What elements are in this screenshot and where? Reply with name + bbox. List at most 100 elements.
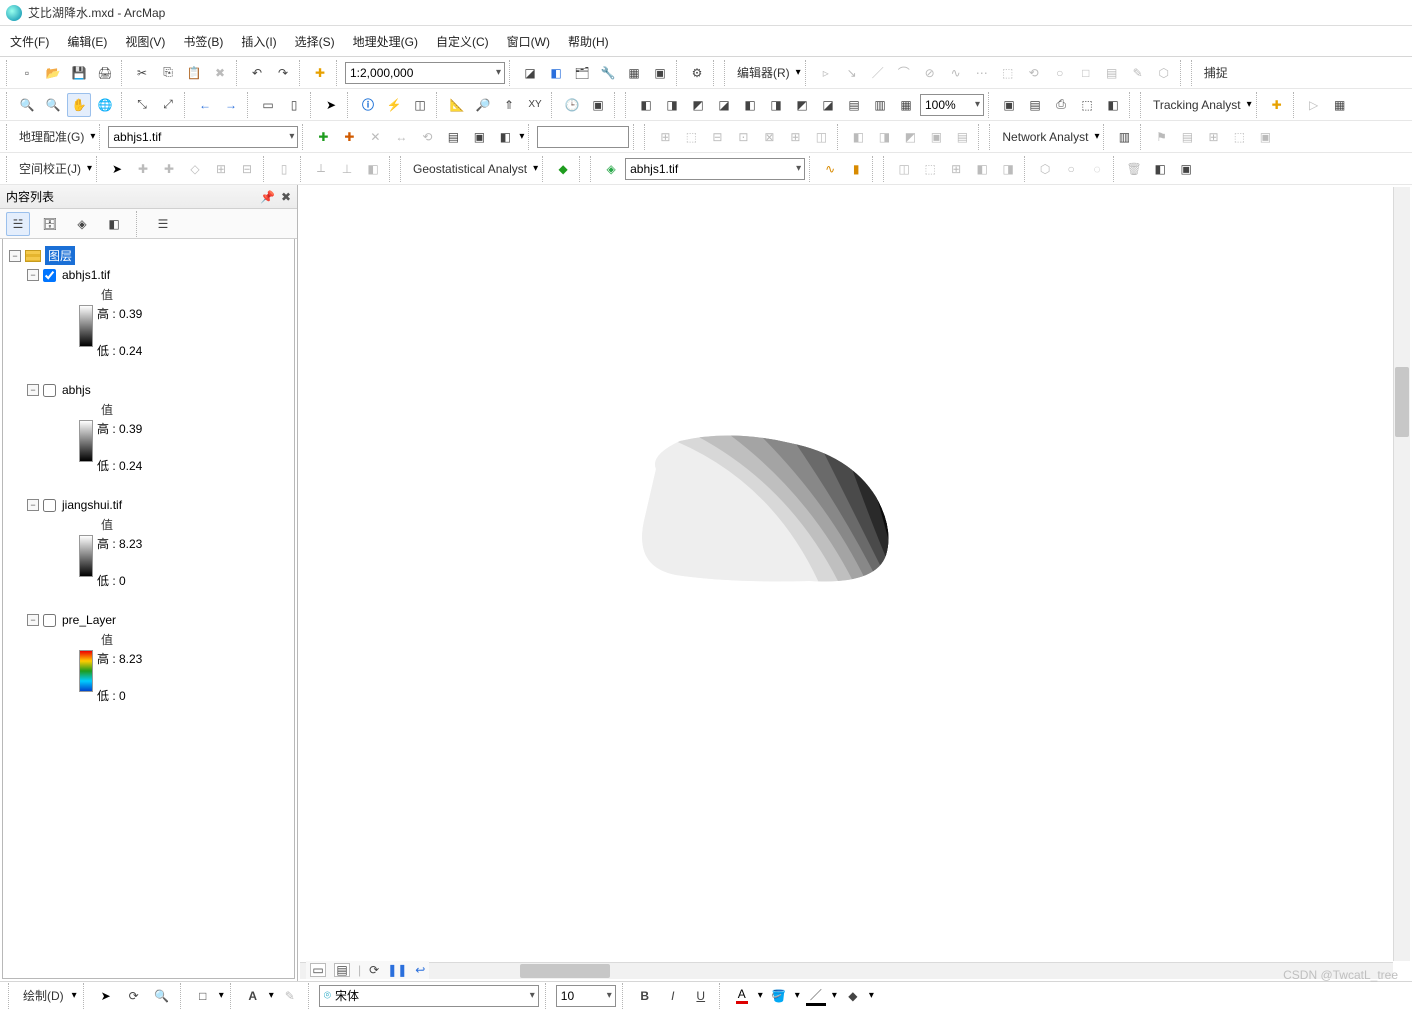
- tracking-add-icon[interactable]: [1265, 93, 1289, 117]
- find-route-icon[interactable]: ⇑: [497, 93, 521, 117]
- layer-name[interactable]: abhjs: [60, 382, 93, 398]
- georef-icon5[interactable]: ◧: [1101, 93, 1125, 117]
- layer-name[interactable]: jiangshui.tif: [60, 497, 124, 513]
- fixed-zoom-in-icon[interactable]: [130, 93, 154, 117]
- add-control-points-icon[interactable]: ✚: [311, 125, 335, 149]
- menu-geoprocessing[interactable]: 地理处理(G): [353, 33, 418, 50]
- arctoolbox-icon[interactable]: ⚙: [685, 61, 709, 85]
- menu-bookmarks[interactable]: 书签(B): [183, 33, 223, 50]
- draw-menu[interactable]: 绘制(D): [19, 987, 68, 1004]
- font-size-combo[interactable]: 10: [556, 985, 616, 1007]
- line-color-icon[interactable]: ／: [804, 984, 828, 1008]
- menu-selection[interactable]: 选择(S): [295, 33, 335, 50]
- paste-button[interactable]: [182, 61, 206, 85]
- identify-icon[interactable]: [356, 93, 380, 117]
- expander-icon[interactable]: −: [27, 384, 39, 396]
- shape-dropdown-icon[interactable]: ▾: [219, 990, 224, 1001]
- vertical-scrollbar[interactable]: [1393, 187, 1410, 961]
- text-dropdown-icon[interactable]: ▾: [269, 990, 274, 1001]
- select-features-icon[interactable]: ▭: [256, 93, 280, 117]
- georef-input[interactable]: [537, 126, 629, 148]
- effects-icon9[interactable]: ▤: [842, 93, 866, 117]
- pin-icon[interactable]: 📌: [260, 190, 275, 204]
- geostat-wizard-icon[interactable]: ◆: [551, 157, 575, 181]
- pan-tool-icon[interactable]: [67, 93, 91, 117]
- georef-view-icon[interactable]: ▣: [467, 125, 491, 149]
- georef-layer-combo[interactable]: abhjs1.tif: [108, 126, 298, 148]
- search-icon[interactable]: 🔧: [596, 61, 620, 85]
- horizontal-scrollbar[interactable]: [300, 962, 1393, 979]
- open-button[interactable]: [41, 61, 65, 85]
- effects-icon8[interactable]: ◪: [816, 93, 840, 117]
- layer-checkbox[interactable]: [43, 384, 56, 397]
- georef-measure-icon[interactable]: ◧: [493, 125, 517, 149]
- menu-window[interactable]: 窗口(W): [507, 33, 550, 50]
- effects-icon6[interactable]: ◨: [764, 93, 788, 117]
- georef-icon3[interactable]: ⎙: [1049, 93, 1073, 117]
- cut-button[interactable]: [130, 61, 154, 85]
- underline-button[interactable]: U: [689, 984, 713, 1008]
- viewer-window-icon[interactable]: ▣: [586, 93, 610, 117]
- effects-icon4[interactable]: ◪: [712, 93, 736, 117]
- map-canvas[interactable]: ▭ ▤ | ⟳ ❚❚ ↩: [300, 187, 1410, 979]
- list-by-visibility-icon[interactable]: ◈: [70, 212, 94, 236]
- spatial-adjust-menu[interactable]: 空间校正(J): [15, 160, 85, 177]
- new-button[interactable]: [15, 61, 39, 85]
- layer-checkbox[interactable]: [43, 269, 56, 282]
- expander-icon[interactable]: −: [27, 499, 39, 511]
- menu-file[interactable]: 文件(F): [10, 33, 49, 50]
- layer-name[interactable]: abhjs1.tif: [60, 267, 112, 283]
- expander-icon[interactable]: −: [27, 614, 39, 626]
- auto-reg-icon[interactable]: ✚: [337, 125, 361, 149]
- delete-button[interactable]: [208, 61, 232, 85]
- na-window-icon[interactable]: ▥: [1112, 125, 1136, 149]
- close-icon[interactable]: ✖: [281, 190, 291, 204]
- toc-tree[interactable]: − 图层 − abhjs1.tif 值 高 : 0.39 低 : 0.24: [2, 239, 295, 979]
- georef-menu[interactable]: 地理配准(G): [15, 128, 88, 145]
- layout-view-icon[interactable]: ▤: [334, 963, 350, 977]
- font-combo[interactable]: ⌾宋体: [319, 985, 539, 1007]
- list-by-source-icon[interactable]: 🗄: [38, 212, 62, 236]
- editor-menu[interactable]: 编辑器(R): [733, 64, 794, 81]
- marker-color-icon[interactable]: ◆: [841, 984, 865, 1008]
- layer-checkbox[interactable]: [43, 614, 56, 627]
- font-color-icon[interactable]: A: [730, 984, 754, 1008]
- snapping-label[interactable]: 捕捉: [1200, 64, 1232, 81]
- list-by-selection-icon[interactable]: ◧: [102, 212, 126, 236]
- time-slider-icon[interactable]: 🕒: [560, 93, 584, 117]
- select-elements-icon[interactable]: [319, 93, 343, 117]
- menu-view[interactable]: 视图(V): [125, 33, 165, 50]
- expander-icon[interactable]: −: [27, 269, 39, 281]
- layer-checkbox[interactable]: [43, 499, 56, 512]
- toc-root-label[interactable]: 图层: [45, 246, 75, 265]
- tracking-settings-icon[interactable]: ▦: [1328, 93, 1352, 117]
- back-draw-icon[interactable]: ↩: [415, 963, 425, 977]
- select-element-icon[interactable]: [94, 984, 118, 1008]
- menu-insert[interactable]: 插入(I): [241, 33, 276, 50]
- sa-select-icon[interactable]: [105, 157, 129, 181]
- list-by-drawing-icon[interactable]: ☱: [6, 212, 30, 236]
- toc-options-icon[interactable]: ☰: [151, 212, 175, 236]
- swipe-icon[interactable]: [818, 157, 842, 181]
- editor-toolbar-icon[interactable]: ◪: [518, 61, 542, 85]
- full-extent-icon[interactable]: [93, 93, 117, 117]
- rotate-icon[interactable]: ⟳: [122, 984, 146, 1008]
- georef-dropdown-icon[interactable]: ▾: [519, 131, 524, 142]
- tracking-analyst-menu[interactable]: Tracking Analyst: [1149, 98, 1245, 112]
- print-button[interactable]: [93, 61, 117, 85]
- scale-combo[interactable]: 1:2,000,000: [345, 62, 505, 84]
- georef-icon4[interactable]: ⬚: [1075, 93, 1099, 117]
- georef-icon2[interactable]: ▤: [1023, 93, 1047, 117]
- georef-icon1[interactable]: ▣: [997, 93, 1021, 117]
- effects-icon2[interactable]: ◨: [660, 93, 684, 117]
- prev-extent-icon[interactable]: [193, 93, 217, 117]
- redo-button[interactable]: [271, 61, 295, 85]
- undo-button[interactable]: [245, 61, 269, 85]
- zoom-in-icon[interactable]: [15, 93, 39, 117]
- zoom-percent-combo[interactable]: 100%: [920, 94, 984, 116]
- html-popup-icon[interactable]: ◫: [408, 93, 432, 117]
- copy-button[interactable]: [156, 61, 180, 85]
- surf-icon10[interactable]: ◧: [1148, 157, 1172, 181]
- effects-icon3[interactable]: ◩: [686, 93, 710, 117]
- data-view-icon[interactable]: ▭: [310, 963, 326, 977]
